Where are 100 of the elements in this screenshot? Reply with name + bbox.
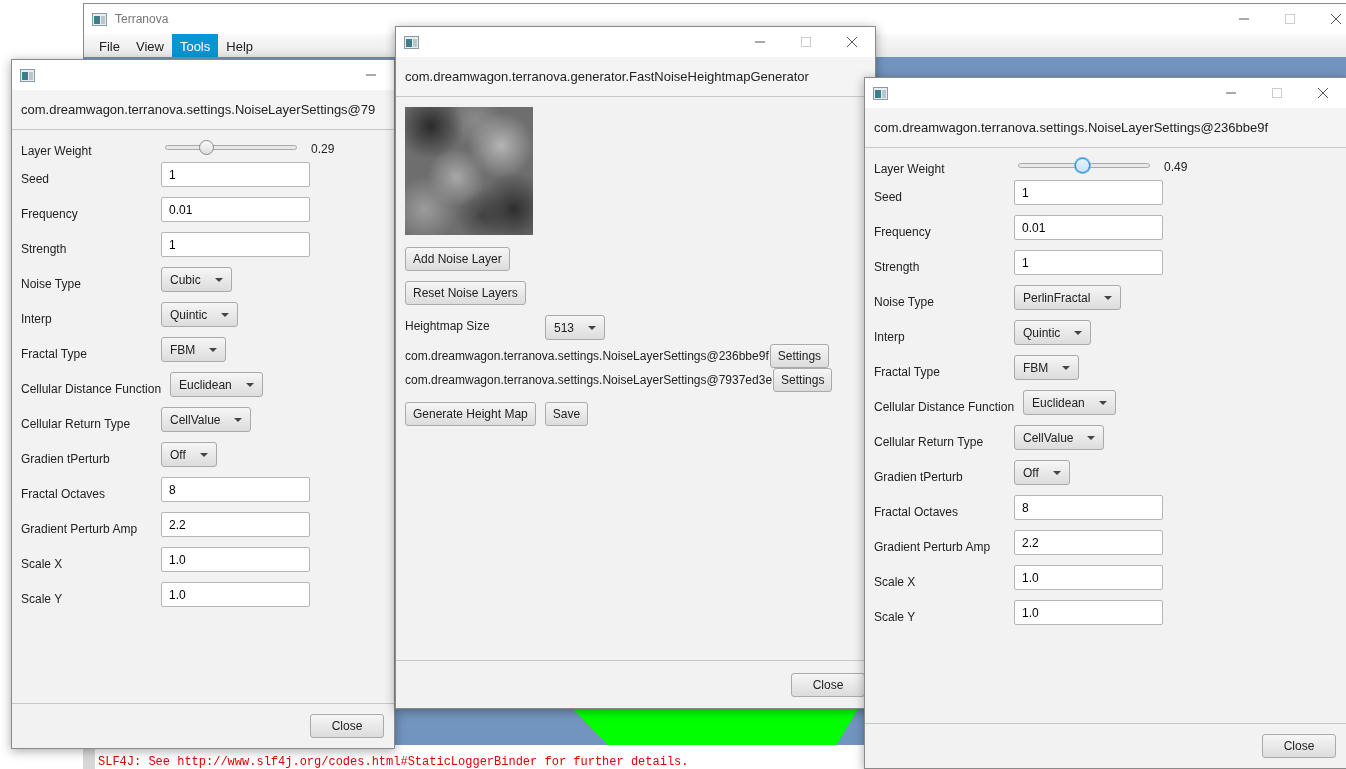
field-label: Seed bbox=[21, 171, 51, 188]
slider-track[interactable] bbox=[1018, 158, 1150, 173]
input-field[interactable]: 8 bbox=[1014, 495, 1163, 520]
input-field[interactable]: 1 bbox=[1014, 180, 1163, 205]
close-icon[interactable] bbox=[1318, 88, 1328, 98]
dropdown[interactable]: CellValue bbox=[1014, 425, 1105, 450]
field-label: Gradien tPerturb bbox=[874, 469, 964, 486]
add-noise-layer-button[interactable]: Add Noise Layer bbox=[405, 247, 510, 271]
generate-height-map-button[interactable]: Generate Height Map bbox=[405, 402, 536, 426]
settings-button[interactable]: Settings bbox=[769, 344, 830, 368]
save-button[interactable]: Save bbox=[544, 402, 589, 426]
field-label: Heightmap Size bbox=[405, 318, 491, 335]
input-field[interactable]: 1.0 bbox=[1014, 565, 1163, 590]
input-field[interactable]: 1.0 bbox=[161, 547, 310, 572]
caret-icon bbox=[221, 312, 230, 317]
input-field[interactable]: 2.2 bbox=[161, 512, 310, 537]
console-line: SLF4J: See http://www.slf4j.org/codes.html#StaticLoggerBinder for further details. bbox=[98, 754, 689, 769]
field-label: Cellular Distance Function bbox=[874, 399, 1016, 416]
maximize-icon[interactable] bbox=[801, 37, 811, 47]
dropdown[interactable]: FBM bbox=[1014, 355, 1080, 380]
caret-icon bbox=[245, 382, 254, 387]
layer-name: com.dreamwagon.terranova.settings.NoiseLayerSettings@236bbe9f bbox=[405, 348, 769, 365]
dropdown[interactable]: Cubic bbox=[161, 267, 232, 292]
input-field[interactable]: 1.0 bbox=[161, 582, 310, 607]
input-field[interactable]: 1 bbox=[161, 232, 310, 257]
app-icon bbox=[20, 68, 35, 82]
field-label: Interp bbox=[874, 329, 906, 346]
field-label: Scale Y bbox=[874, 609, 917, 626]
caret-icon bbox=[1098, 400, 1107, 405]
dropdown[interactable]: Euclidean bbox=[170, 372, 263, 397]
maximize-icon[interactable] bbox=[1272, 88, 1282, 98]
reset-noise-layers-button[interactable]: Reset Noise Layers bbox=[405, 281, 526, 305]
app-icon bbox=[873, 86, 888, 100]
input-field[interactable]: 0.01 bbox=[1014, 215, 1163, 240]
dropdown[interactable]: Quintic bbox=[161, 302, 239, 327]
field-label: Fractal Type bbox=[874, 364, 941, 381]
dropdown[interactable]: Quintic bbox=[1014, 320, 1092, 345]
caret-icon bbox=[1074, 330, 1083, 335]
slider-thumb[interactable] bbox=[198, 140, 214, 155]
field-label: Scale X bbox=[874, 574, 917, 591]
input-field[interactable]: 0.01 bbox=[161, 197, 310, 222]
field-label: Cellular Distance Function bbox=[21, 381, 163, 398]
close-icon[interactable] bbox=[1331, 14, 1341, 24]
caret-icon bbox=[214, 277, 223, 282]
slider-value: 0.29 bbox=[311, 141, 335, 158]
input-field[interactable]: 1 bbox=[1014, 250, 1163, 275]
field-label: Frequency bbox=[874, 224, 932, 241]
window-title: Terranova bbox=[115, 11, 170, 28]
caret-icon bbox=[1052, 470, 1061, 475]
field-label: Fractal Octaves bbox=[21, 486, 107, 503]
slider-value: 0.49 bbox=[1164, 159, 1188, 176]
dropdown[interactable]: PerlinFractal bbox=[1014, 285, 1122, 310]
window-header: com.dreamwagon.terranova.settings.NoiseLayerSettings@236bbe9f bbox=[874, 118, 1269, 137]
menu-item[interactable]: Help bbox=[218, 34, 261, 57]
input-field[interactable]: 8 bbox=[161, 477, 310, 502]
field-label: Frequency bbox=[21, 206, 79, 223]
field-label: Gradient Perturb Amp bbox=[874, 539, 992, 556]
caret-icon bbox=[588, 325, 597, 330]
field-label: Fractal Type bbox=[21, 346, 88, 363]
slider-thumb[interactable] bbox=[1075, 158, 1091, 173]
field-label: Interp bbox=[21, 311, 53, 328]
window-header: com.dreamwagon.terranova.settings.NoiseLayerSettings@79 bbox=[21, 100, 376, 119]
caret-icon bbox=[209, 347, 218, 352]
menu-item[interactable]: View bbox=[127, 34, 172, 57]
app-icon bbox=[404, 35, 419, 49]
dropdown[interactable]: CellValue bbox=[161, 407, 252, 432]
field-label: Strength bbox=[21, 241, 68, 258]
app-icon bbox=[92, 12, 107, 26]
dropdown[interactable]: FBM bbox=[161, 337, 227, 362]
close-button[interactable]: Close bbox=[791, 672, 865, 697]
dropdown[interactable]: 513 bbox=[545, 315, 606, 340]
settings-button[interactable]: Settings bbox=[773, 368, 833, 392]
close-icon[interactable] bbox=[847, 37, 857, 47]
maximize-icon[interactable] bbox=[1285, 14, 1295, 24]
field-label: Fractal Octaves bbox=[874, 504, 960, 521]
close-button[interactable]: Close bbox=[1262, 734, 1336, 758]
caret-icon bbox=[1104, 295, 1113, 300]
input-field[interactable]: 1 bbox=[161, 162, 310, 187]
input-field[interactable]: 2.2 bbox=[1014, 530, 1163, 555]
dropdown[interactable]: Off bbox=[1014, 460, 1070, 485]
slider-track[interactable] bbox=[165, 140, 297, 155]
field-label: Scale Y bbox=[21, 591, 64, 608]
dropdown[interactable]: Euclidean bbox=[1023, 390, 1116, 415]
field-label: Noise Type bbox=[874, 294, 935, 311]
caret-icon bbox=[199, 452, 208, 457]
menu-item[interactable]: File bbox=[91, 34, 128, 57]
caret-icon bbox=[1062, 365, 1071, 370]
close-button[interactable]: Close bbox=[310, 714, 384, 738]
field-label: Gradien tPerturb bbox=[21, 451, 111, 468]
layer-name: com.dreamwagon.terranova.settings.NoiseLayerSettings@7937ed3e bbox=[405, 372, 773, 389]
input-field[interactable]: 1.0 bbox=[1014, 600, 1163, 625]
dropdown[interactable]: Off bbox=[161, 442, 217, 467]
caret-icon bbox=[234, 417, 243, 422]
field-label: Noise Type bbox=[21, 276, 82, 293]
field-label: Cellular Return Type bbox=[874, 434, 985, 451]
field-label: Strength bbox=[874, 259, 921, 276]
field-label: Seed bbox=[874, 189, 904, 206]
field-label: Gradient Perturb Amp bbox=[21, 521, 139, 538]
field-label: Layer Weight bbox=[874, 161, 946, 178]
field-label: Cellular Return Type bbox=[21, 416, 132, 433]
